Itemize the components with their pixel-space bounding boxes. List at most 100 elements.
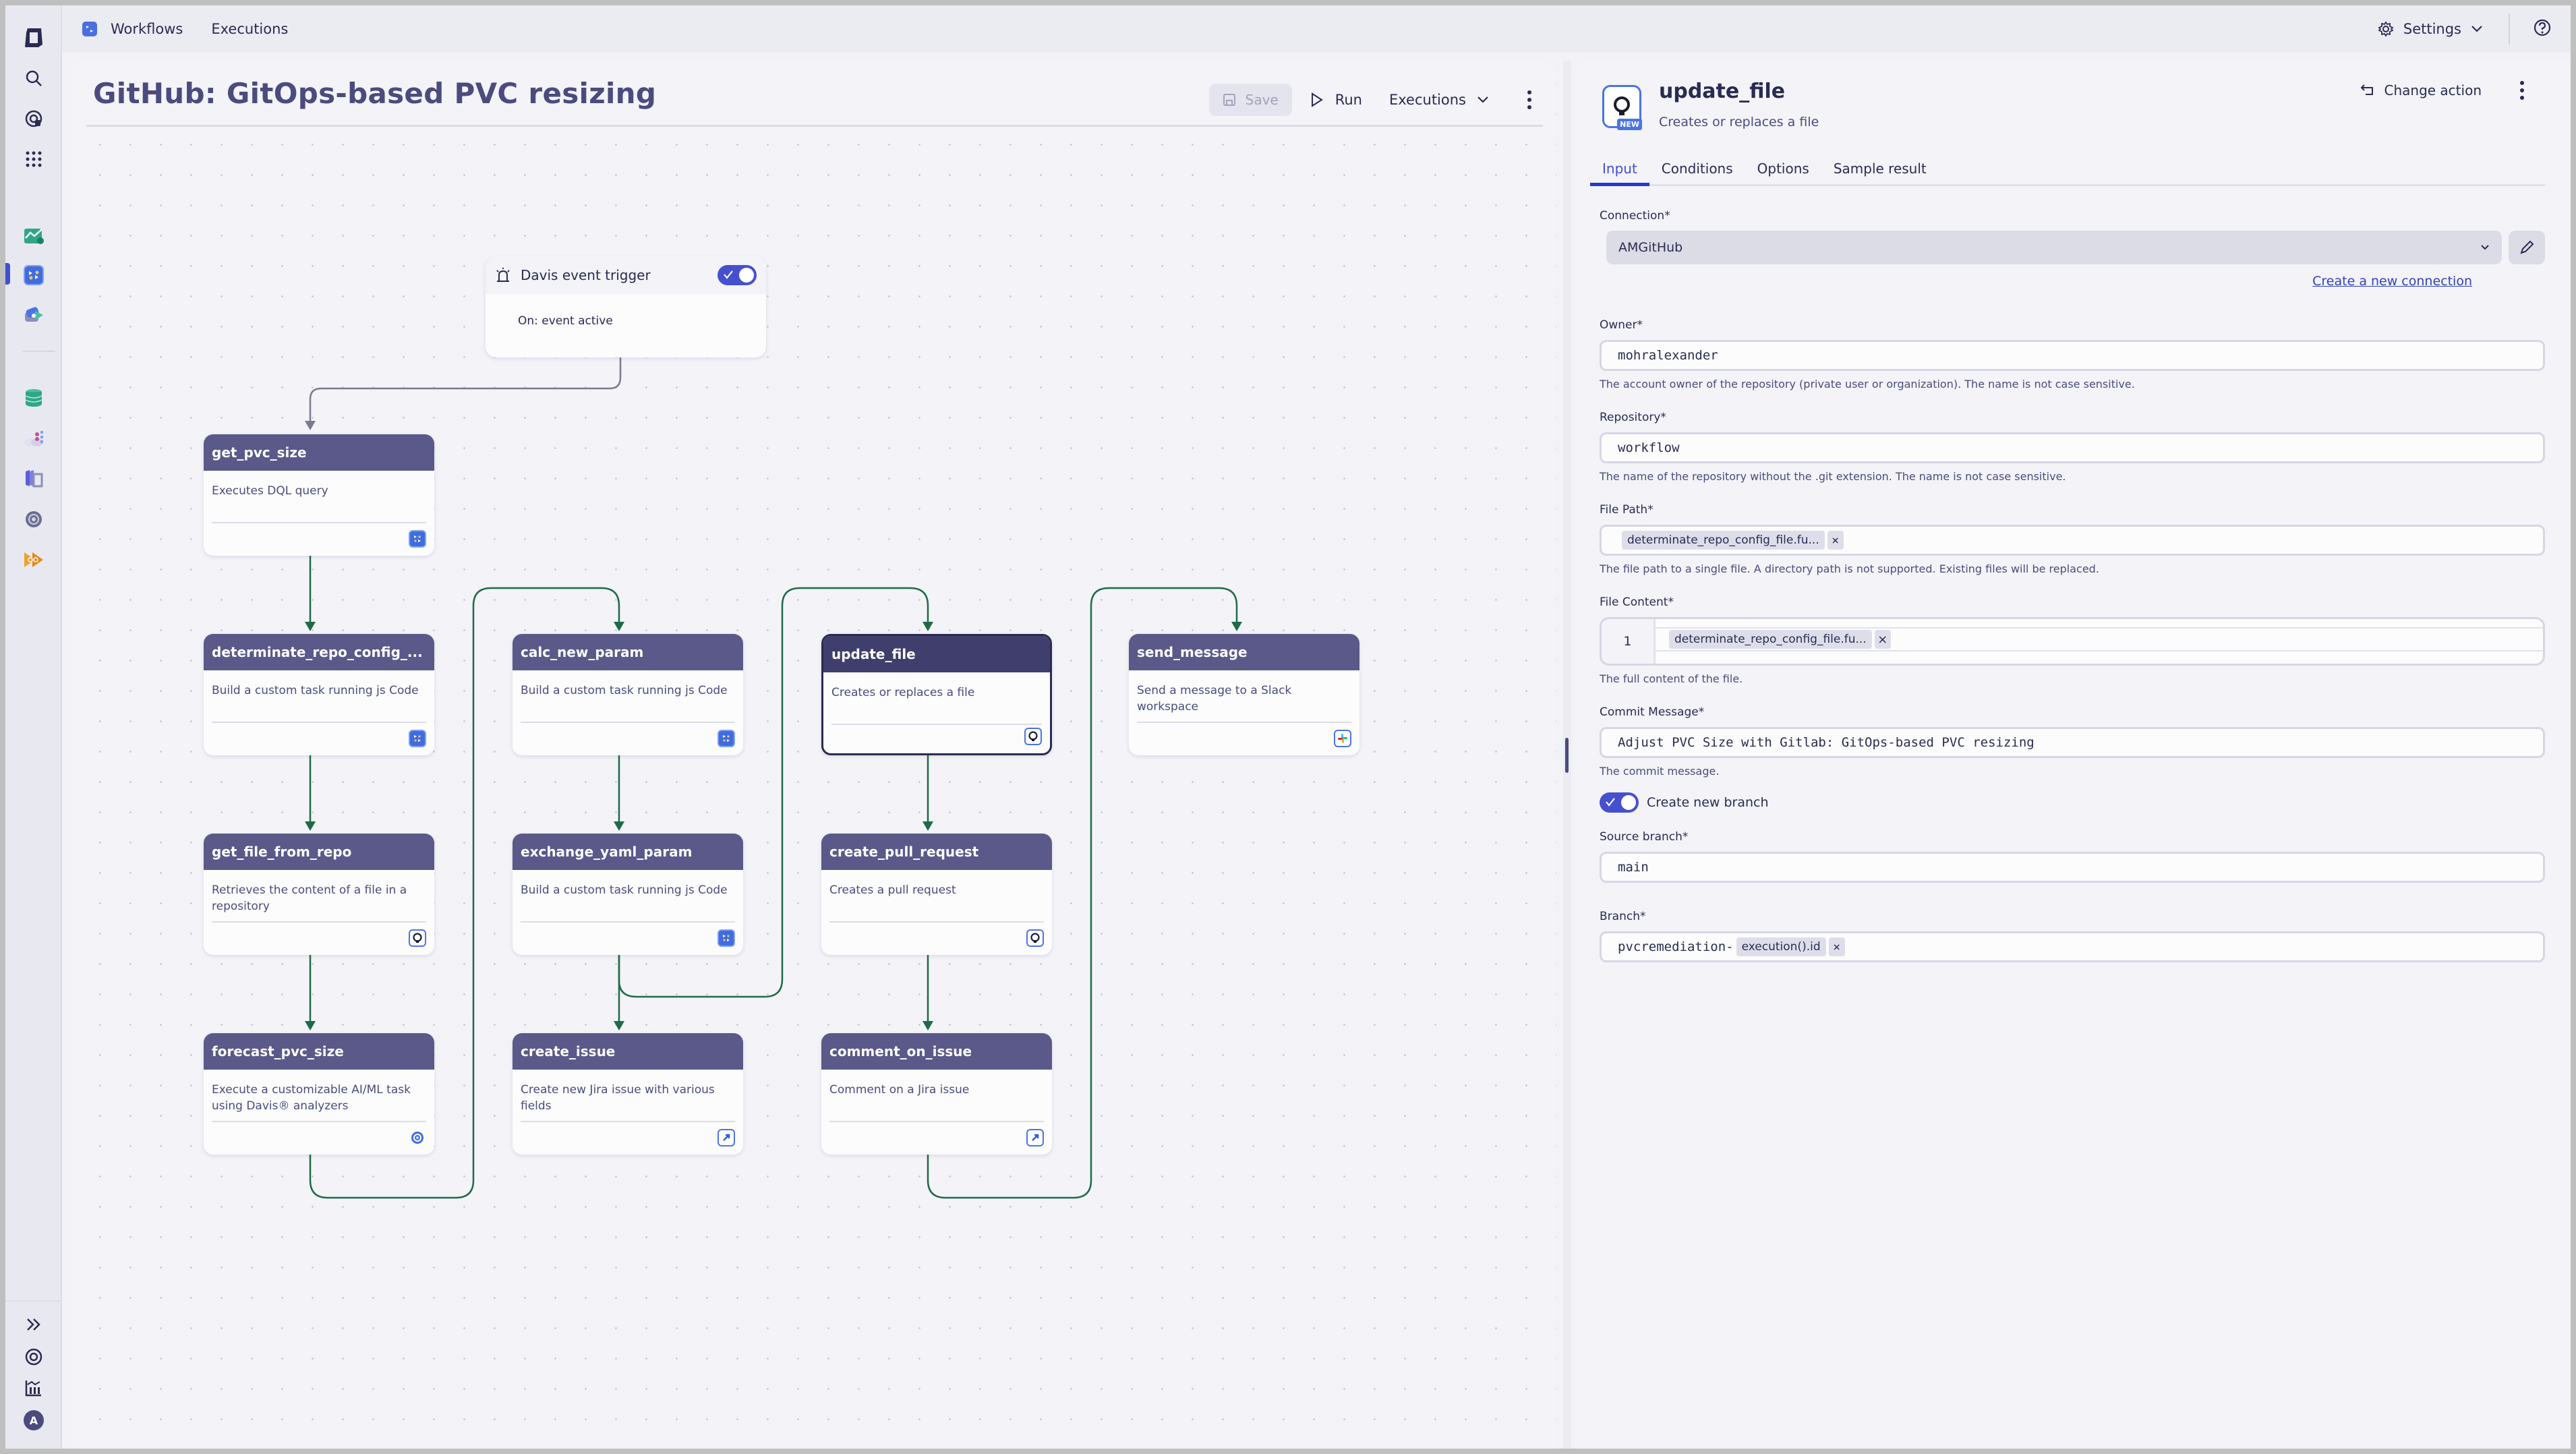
owner-input[interactable]: mohralexander	[1600, 340, 2545, 371]
task-description: Build a custom task running js Code	[212, 684, 419, 697]
nav-workflows[interactable]: Workflows	[111, 21, 183, 37]
save-button[interactable]: Save	[1208, 84, 1292, 116]
tab-options[interactable]: Options	[1745, 152, 1821, 184]
more-options-icon[interactable]	[1523, 90, 1536, 109]
kubernetes-app-icon[interactable]	[20, 465, 47, 492]
expression-chip[interactable]: execution().id	[1736, 937, 1826, 956]
create-connection-link[interactable]: Create a new connection	[2312, 274, 2472, 289]
chevron-down-icon	[2481, 245, 2489, 250]
arrowhead	[305, 421, 316, 430]
ai-assistant-icon[interactable]	[20, 105, 47, 132]
page-title: GitHub: GitOps-based PVC resizing	[93, 77, 657, 110]
connection-select[interactable]: AMGitHub	[1606, 231, 2502, 264]
task-description: Retrieves the content of a file in a rep…	[212, 883, 407, 913]
database-app-icon[interactable]	[20, 384, 47, 411]
settings-button[interactable]: Settings	[2378, 21, 2483, 37]
task-node[interactable]: send_message Send a message to a Slack w…	[1129, 634, 1359, 755]
input-form: Connection* AMGitHub Create a new connec…	[1600, 209, 2545, 962]
task-description: Send a message to a Slack workspace	[1137, 684, 1292, 714]
task-node[interactable]: create_issue Create new Jira issue with …	[513, 1033, 743, 1155]
executions-dropdown[interactable]: Executions	[1389, 92, 1489, 108]
search-icon[interactable]	[20, 65, 47, 92]
connection-label: Connection*	[1600, 209, 1670, 223]
panel-more-options-icon[interactable]	[2515, 81, 2529, 100]
avatar[interactable]: A	[20, 1407, 47, 1434]
arrowhead	[305, 1021, 316, 1030]
run-button[interactable]: Run	[1311, 92, 1362, 108]
trigger-enabled-toggle[interactable]	[718, 265, 757, 285]
task-node[interactable]: forecast_pvc_size Execute a customizable…	[204, 1033, 434, 1155]
notebooks-app-icon[interactable]	[20, 302, 47, 329]
source-branch-input[interactable]: main	[1600, 852, 2545, 883]
file-content-editor[interactable]: 1 determinate_repo_config_file.fu... ×	[1600, 617, 2545, 666]
trigger-header: Davis event trigger	[486, 256, 766, 294]
slack-icon	[1334, 730, 1351, 747]
create-branch-label: Create new branch	[1647, 795, 1769, 810]
file-content-label: File Content*	[1600, 595, 1674, 609]
davis-icon	[409, 1129, 426, 1146]
nav-executions[interactable]: Executions	[211, 21, 288, 37]
commit-message-label: Commit Message*	[1600, 705, 1705, 719]
tab-sample-result[interactable]: Sample result	[1821, 152, 1939, 184]
remove-chip-icon[interactable]: ×	[1828, 937, 1845, 956]
task-node[interactable]: exchange_yaml_param Build a custom task …	[513, 834, 743, 955]
repository-input[interactable]: workflow	[1600, 432, 2545, 463]
task-node[interactable]: calc_new_param Build a custom task runni…	[513, 634, 743, 755]
task-node[interactable]: comment_on_issue Comment on a Jira issue	[821, 1033, 1052, 1155]
create-branch-toggle[interactable]	[1600, 792, 1639, 813]
arrowhead	[923, 821, 933, 831]
davis-app-icon[interactable]	[20, 546, 47, 573]
task-node[interactable]: create_pull_request Creates a pull reque…	[821, 834, 1052, 955]
task-node[interactable]: get_file_from_repo Retrieves the content…	[204, 834, 434, 955]
tab-input[interactable]: Input	[1590, 152, 1649, 186]
expression-chip[interactable]: determinate_repo_config_file.fu...	[1622, 531, 1825, 550]
task-node[interactable]: get_pvc_size Executes DQL query	[204, 434, 434, 556]
arrowhead	[1231, 622, 1242, 631]
top-bar: Workflows Executions Settings	[62, 5, 2571, 53]
help-icon[interactable]	[2533, 18, 2552, 40]
create-branch-row: Create new branch	[1600, 792, 2545, 813]
arrowhead	[305, 821, 316, 831]
workflow-canvas[interactable]: GitHub: GitOps-based PVC resizing Save R…	[73, 61, 1556, 1449]
trigger-node[interactable]: Davis event trigger On: event active	[486, 256, 766, 357]
task-name: send_message	[1129, 634, 1359, 670]
github-icon	[1026, 929, 1044, 947]
repository-hint: The name of the repository without the .…	[1600, 470, 2066, 483]
file-path-label: File Path*	[1600, 503, 1653, 517]
workflow-icon	[718, 929, 735, 947]
tab-conditions[interactable]: Conditions	[1649, 152, 1745, 184]
commit-message-input[interactable]: Adjust PVC Size with Gitlab: GitOps-base…	[1600, 727, 2545, 758]
github-icon	[1024, 728, 1042, 745]
gear-icon	[2378, 21, 2394, 37]
cloud-app-icon[interactable]	[20, 425, 47, 452]
task-description: Create new Jira issue with various field…	[521, 1083, 715, 1113]
task-description: Execute a customizable AI/ML task using …	[212, 1083, 411, 1113]
workflows-app-icon[interactable]	[20, 262, 47, 289]
usage-icon[interactable]	[20, 1374, 47, 1401]
edit-connection-button[interactable]	[2509, 231, 2545, 264]
remove-chip-icon[interactable]: ×	[1827, 531, 1844, 550]
dashboards-app-icon[interactable]	[20, 223, 47, 250]
branch-input[interactable]: pvcremediation- execution().id ×	[1600, 931, 2545, 962]
expand-icon[interactable]	[20, 1311, 47, 1338]
task-description: Build a custom task running js Code	[521, 684, 728, 697]
support-icon[interactable]	[20, 1343, 47, 1370]
expression-chip[interactable]: determinate_repo_config_file.fu...	[1669, 630, 1872, 649]
task-name: determinate_repo_config_...	[204, 634, 434, 670]
apps-grid-icon[interactable]	[20, 146, 47, 173]
dynatrace-logo-icon[interactable]	[20, 24, 47, 51]
task-node[interactable]: determinate_repo_config_... Build a cust…	[204, 634, 434, 755]
file-path-input[interactable]: determinate_repo_config_file.fu... ×	[1600, 525, 2545, 556]
task-name: exchange_yaml_param	[513, 834, 743, 870]
splitter-handle[interactable]	[1565, 738, 1569, 773]
action-subtitle: Creates or replaces a file	[1659, 115, 1819, 129]
settings-app-icon[interactable]	[20, 506, 47, 533]
source-branch-label: Source branch*	[1600, 830, 1689, 844]
siren-icon	[496, 268, 510, 282]
remove-chip-icon[interactable]: ×	[1874, 630, 1891, 649]
save-icon	[1223, 94, 1235, 106]
change-action-button[interactable]: Change action	[2360, 82, 2482, 98]
edge-trigger-get-pvc-size	[309, 357, 622, 426]
task-node-selected[interactable]: update_file Creates or replaces a file	[821, 634, 1052, 755]
settings-label: Settings	[2403, 21, 2461, 37]
